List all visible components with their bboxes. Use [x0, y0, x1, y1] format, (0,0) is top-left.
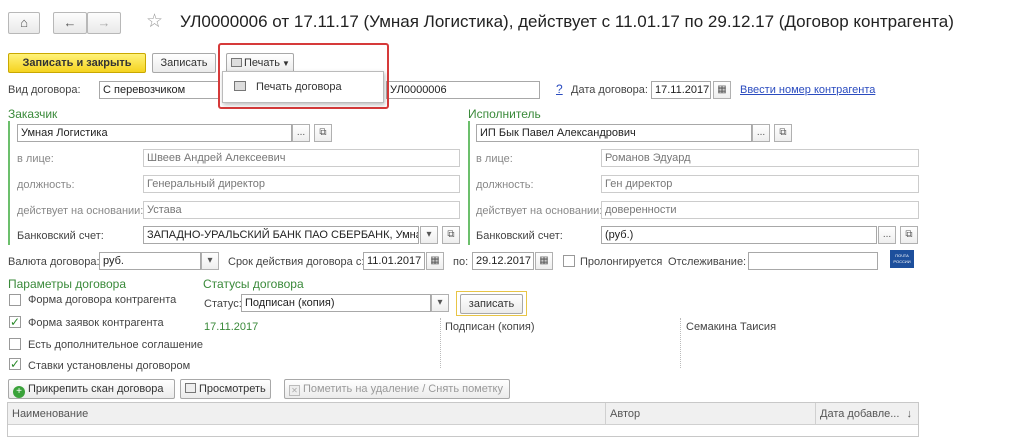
- status-row-date: 17.11.2017: [204, 321, 259, 333]
- status-row-status: Подписан (копия): [445, 321, 535, 333]
- param-label-3: Есть дополнительное соглашение: [28, 339, 204, 351]
- param-label-2: Форма заявок контрагента: [28, 317, 164, 329]
- print-contract-label: Печать договора: [256, 81, 342, 93]
- status-label: Статус:: [204, 298, 242, 310]
- calendar-icon[interactable]: ▦: [713, 81, 731, 99]
- printer-icon: [234, 81, 246, 91]
- param-label-1: Форма договора контрагента: [28, 294, 177, 306]
- customer-bank-field[interactable]: ЗАПАДНО-УРАЛЬСКИЙ БАНК ПАО СБЕРБАНК, Умн…: [143, 226, 419, 244]
- open-icon[interactable]: ⧉: [442, 226, 460, 244]
- executor-face-field[interactable]: Романов Эдуард: [601, 149, 919, 167]
- home-button[interactable]: ⌂: [8, 12, 40, 34]
- select-ellipsis-icon[interactable]: ...: [752, 124, 770, 142]
- forward-button[interactable]: →: [87, 12, 121, 34]
- tracking-label: Отслеживание:: [668, 256, 747, 268]
- executor-name-field[interactable]: ИП Бык Павел Александрович: [476, 124, 752, 142]
- checkmark-icon: ✓: [10, 315, 21, 329]
- open-icon[interactable]: ⧉: [314, 124, 332, 142]
- back-button[interactable]: ←: [53, 12, 87, 34]
- russian-post-logo[interactable]: ПОЧТА РОССИИ: [890, 250, 914, 268]
- executor-basis-field[interactable]: доверенности: [601, 201, 919, 219]
- customer-basis-field[interactable]: Устава: [143, 201, 460, 219]
- param-checkbox-3[interactable]: [9, 338, 21, 350]
- executor-bank-field[interactable]: (руб.): [601, 226, 877, 244]
- attach-scan-label: Прикрепить скан договора: [28, 383, 164, 395]
- status-column-divider: [680, 318, 681, 368]
- term-to-label: по:: [453, 256, 469, 268]
- mark-delete-button[interactable]: ✕ Пометить на удаление / Снять пометку: [284, 379, 510, 399]
- home-icon: ⌂: [20, 15, 28, 30]
- column-author-header[interactable]: Автор: [606, 403, 816, 425]
- customer-name-field[interactable]: Умная Логистика: [17, 124, 292, 142]
- customer-section-bar: [8, 121, 10, 245]
- open-icon[interactable]: ⧉: [774, 124, 792, 142]
- executor-position-label: должность:: [476, 179, 534, 191]
- executor-bank-label: Банковский счет:: [476, 230, 563, 242]
- executor-section-bar: [468, 121, 470, 245]
- enter-counterparty-number-link[interactable]: Ввести номер контрагента: [740, 84, 875, 96]
- term-from-field[interactable]: 11.01.2017: [363, 252, 425, 270]
- statuses-heading: Статусы договора: [203, 277, 304, 291]
- prolong-label: Пролонгируется: [580, 256, 663, 268]
- checkmark-icon: ✓: [10, 357, 21, 371]
- param-checkbox-1[interactable]: [9, 294, 21, 306]
- view-icon: [185, 383, 196, 393]
- add-icon: +: [13, 386, 25, 398]
- contract-type-label: Вид договора:: [8, 84, 81, 96]
- customer-face-field[interactable]: Швеев Андрей Алексеевич: [143, 149, 460, 167]
- files-table[interactable]: Наименование Автор Дата добавле... ↓: [7, 402, 919, 437]
- tracking-field[interactable]: [748, 252, 878, 270]
- save-close-button[interactable]: Записать и закрыть: [8, 53, 146, 73]
- view-label: Просмотреть: [199, 383, 266, 395]
- term-to-field[interactable]: 29.12.2017: [472, 252, 534, 270]
- sort-down-icon: ↓: [906, 408, 913, 420]
- prolong-checkbox[interactable]: [563, 255, 575, 267]
- back-arrow-icon: ←: [63, 15, 77, 30]
- status-row-author: Семакина Таисия: [686, 321, 777, 333]
- customer-bank-label: Банковский счет:: [17, 230, 104, 242]
- status-field[interactable]: Подписан (копия): [241, 294, 431, 312]
- save-button[interactable]: Записать: [152, 53, 216, 73]
- favorite-star-icon[interactable]: ☆: [146, 10, 163, 33]
- help-link[interactable]: ?: [556, 82, 563, 96]
- term-from-label: Срок действия договора с:: [228, 256, 365, 268]
- status-column-divider: [440, 318, 441, 368]
- calendar-icon[interactable]: ▦: [426, 252, 444, 270]
- attach-scan-button[interactable]: + Прикрепить скан договора: [8, 379, 175, 399]
- customer-face-label: в лице:: [17, 153, 54, 165]
- customer-position-field[interactable]: Генеральный директор: [143, 175, 460, 193]
- select-ellipsis-icon[interactable]: ...: [292, 124, 310, 142]
- print-contract-item[interactable]: Печать договора: [228, 78, 378, 96]
- contract-type-field[interactable]: С перевозчиком: [99, 81, 219, 99]
- calendar-icon[interactable]: ▦: [535, 252, 553, 270]
- executor-position-field[interactable]: Ген директор: [601, 175, 919, 193]
- customer-heading: Заказчик: [8, 107, 58, 121]
- currency-field[interactable]: руб.: [99, 252, 201, 270]
- params-heading: Параметры договора: [8, 277, 127, 291]
- forward-arrow-icon: →: [97, 15, 111, 30]
- param-label-4: Ставки установлены договором: [28, 360, 191, 372]
- mark-delete-label: Пометить на удаление / Снять пометку: [303, 383, 503, 395]
- open-icon[interactable]: ⧉: [900, 226, 918, 244]
- select-ellipsis-icon[interactable]: ...: [878, 226, 896, 244]
- delete-mark-icon: ✕: [289, 385, 300, 396]
- column-name-header[interactable]: Наименование: [8, 403, 606, 425]
- executor-basis-label: действует на основании:: [476, 205, 603, 217]
- executor-heading: Исполнитель: [468, 107, 541, 121]
- chevron-down-icon[interactable]: ▾: [431, 294, 449, 312]
- column-date-header[interactable]: Дата добавле... ↓: [816, 403, 918, 425]
- column-date-label: Дата добавле...: [820, 408, 900, 420]
- chevron-down-icon[interactable]: ▾: [201, 252, 219, 270]
- chevron-down-icon[interactable]: ▾: [420, 226, 438, 244]
- contract-date-label: Дата договора:: [571, 84, 648, 96]
- status-save-button[interactable]: записать: [460, 294, 523, 314]
- page-title: УЛ0000006 от 17.11.17 (Умная Логистика),…: [180, 12, 954, 31]
- customer-position-label: должность:: [17, 179, 75, 191]
- view-button[interactable]: Просмотреть: [180, 379, 271, 399]
- executor-face-label: в лице:: [476, 153, 513, 165]
- currency-label: Валюта договора:: [8, 256, 100, 268]
- customer-basis-label: действует на основании:: [17, 205, 144, 217]
- contract-number-field[interactable]: УЛ0000006: [386, 81, 540, 99]
- contract-date-field[interactable]: 17.11.2017: [651, 81, 711, 99]
